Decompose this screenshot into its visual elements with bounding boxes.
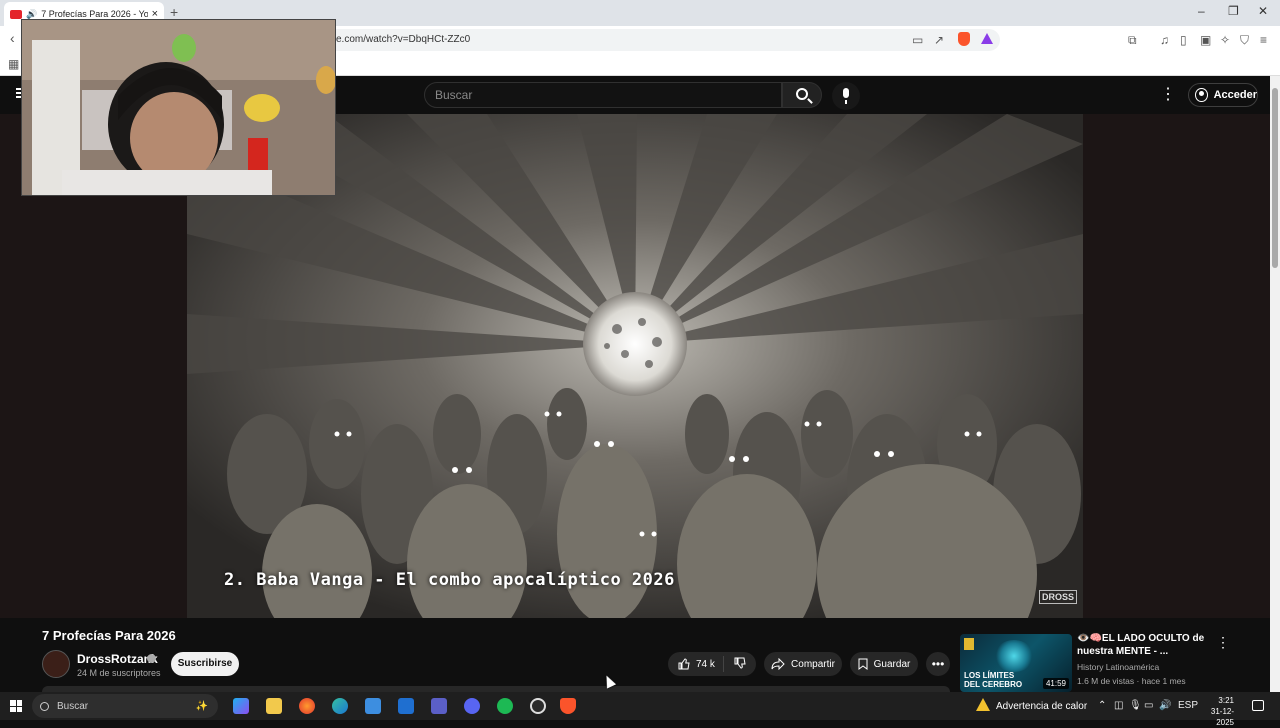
- tray-expand-icon[interactable]: ⌃: [1098, 700, 1106, 711]
- vpn-icon[interactable]: ⛉: [1240, 33, 1249, 48]
- search-icon: [796, 88, 808, 100]
- brave-shield-icon[interactable]: [958, 32, 970, 46]
- recommended-meta: 1.6 M de vistas · hace 1 mes: [1077, 676, 1186, 686]
- brave-rewards-icon[interactable]: [981, 33, 993, 44]
- close-window-button[interactable]: ✕: [1258, 4, 1268, 18]
- tab-title: 7 Profecías Para 2026 - YouTube: [41, 9, 148, 19]
- verified-icon: [147, 654, 156, 663]
- recommended-title[interactable]: 👁️🧠EL LADO OCULTO de nuestra MENTE - ...: [1077, 632, 1205, 658]
- windows-taskbar: Buscar ✨ Advertencia de calor ⌃ ◫ 🎙 ▭ 🔊 …: [0, 692, 1280, 727]
- speaker-icon[interactable]: 🔊: [26, 9, 37, 20]
- language-indicator[interactable]: ESP: [1178, 700, 1198, 711]
- signin-label: Acceder: [1213, 89, 1257, 101]
- scrollbar-thumb[interactable]: [1272, 88, 1278, 268]
- thumbnail-text: LOS LÍMITES DEL CEREBRO: [964, 671, 1023, 689]
- tray-network-icon[interactable]: ▭: [1144, 700, 1153, 711]
- share-label: Compartir: [791, 658, 835, 670]
- signin-button[interactable]: Acceder: [1188, 83, 1258, 107]
- tray-volume-icon[interactable]: 🔊: [1159, 700, 1171, 711]
- store-icon[interactable]: [365, 698, 381, 714]
- teams-icon[interactable]: [431, 698, 447, 714]
- user-icon: [1195, 88, 1208, 102]
- clock-date: 31-12-2025: [1210, 707, 1234, 727]
- share-button[interactable]: Compartir: [764, 652, 842, 676]
- taskbar-search-label: Buscar: [57, 700, 89, 712]
- history-logo-icon: [964, 638, 974, 650]
- microphone-icon: [843, 88, 849, 104]
- minimize-button[interactable]: –: [1198, 4, 1205, 18]
- discord-icon[interactable]: [464, 698, 480, 714]
- cast-icon[interactable]: ▭: [912, 33, 923, 47]
- share-arrow-icon: [771, 658, 785, 670]
- channel-avatar[interactable]: [42, 650, 70, 678]
- search-button[interactable]: [782, 82, 822, 108]
- search-input[interactable]: [424, 82, 782, 108]
- channel-name[interactable]: DrossRotzank: [77, 652, 158, 666]
- webcam-overlay: [21, 19, 336, 196]
- like-button[interactable]: 74 k: [668, 656, 724, 672]
- subscriber-count: 24 M de suscriptores: [77, 668, 161, 678]
- sidebar-icon[interactable]: ▯: [1180, 33, 1187, 47]
- menu-icon[interactable]: ≡: [1260, 33, 1267, 47]
- url-field[interactable]: e.com/watch?v=DbqHCt-ZZc0: [320, 29, 1000, 51]
- recommended-channel[interactable]: History Latinoamérica: [1077, 662, 1159, 672]
- apps-icon[interactable]: ▦: [8, 57, 19, 71]
- file-explorer-icon[interactable]: [266, 698, 282, 714]
- edge-icon[interactable]: [332, 698, 348, 714]
- wallet-icon[interactable]: ▣: [1200, 33, 1211, 47]
- channel-watermark: DROSS: [1038, 590, 1077, 604]
- more-actions-button[interactable]: •••: [926, 652, 950, 676]
- share-icon[interactable]: ↗: [934, 33, 944, 47]
- thumbs-up-icon: [678, 658, 690, 670]
- save-button[interactable]: Guardar: [850, 652, 918, 676]
- tray-mic-icon[interactable]: 🎙: [1129, 700, 1142, 711]
- video-caption: 2. Baba Vanga - El combo apocalíptico 20…: [224, 570, 675, 590]
- copilot-icon[interactable]: [233, 698, 249, 714]
- settings-more-icon[interactable]: ⋮: [1160, 86, 1176, 104]
- maximize-button[interactable]: ❐: [1228, 4, 1239, 18]
- voice-search-button[interactable]: [832, 82, 860, 110]
- like-count: 74 k: [696, 658, 715, 670]
- duration-badge: 41:59: [1042, 678, 1069, 689]
- video-title: 7 Profecías Para 2026: [42, 628, 176, 643]
- youtube-icon: [10, 9, 22, 19]
- like-dislike-group: 74 k: [668, 652, 756, 676]
- weather-warning[interactable]: Advertencia de calor: [996, 701, 1087, 712]
- spotify-icon[interactable]: [497, 698, 513, 714]
- webcam-feed: [22, 20, 335, 195]
- warning-icon[interactable]: [976, 698, 990, 711]
- taskbar-search[interactable]: Buscar ✨: [32, 694, 218, 718]
- notifications-icon[interactable]: [1252, 700, 1264, 711]
- dislike-button[interactable]: [724, 657, 752, 672]
- recommended-thumbnail[interactable]: LOS LÍMITES DEL CEREBRO 41:59: [960, 634, 1072, 692]
- leo-icon[interactable]: ✧: [1220, 33, 1230, 47]
- windows-start-icon[interactable]: [10, 700, 22, 712]
- tab-search-icon[interactable]: ⧉: [1128, 33, 1137, 48]
- sparkle-icon: ✨: [195, 700, 208, 712]
- page-scrollbar[interactable]: [1270, 76, 1280, 692]
- brain-image: [994, 640, 1034, 672]
- clock-time: 3:21: [1218, 696, 1234, 705]
- brave-icon[interactable]: [560, 698, 576, 714]
- obs-icon[interactable]: [530, 698, 546, 714]
- save-label: Guardar: [873, 658, 911, 670]
- bookmark-icon: [858, 658, 868, 670]
- outlook-icon[interactable]: [398, 698, 414, 714]
- new-tab-button[interactable]: +: [170, 4, 178, 20]
- subscribe-button[interactable]: Suscribirse: [171, 652, 239, 676]
- recommended-more-icon[interactable]: ⋮: [1216, 634, 1230, 651]
- back-icon[interactable]: ‹: [10, 30, 15, 46]
- tray-app-icon[interactable]: ◫: [1114, 700, 1123, 711]
- taskbar-search-icon: [40, 701, 49, 711]
- thumbs-down-icon: [734, 657, 746, 669]
- taskbar-clock[interactable]: 3:21 31-12-2025: [1200, 695, 1234, 728]
- firefox-icon[interactable]: [299, 698, 315, 714]
- media-icon[interactable]: ♫: [1160, 33, 1169, 47]
